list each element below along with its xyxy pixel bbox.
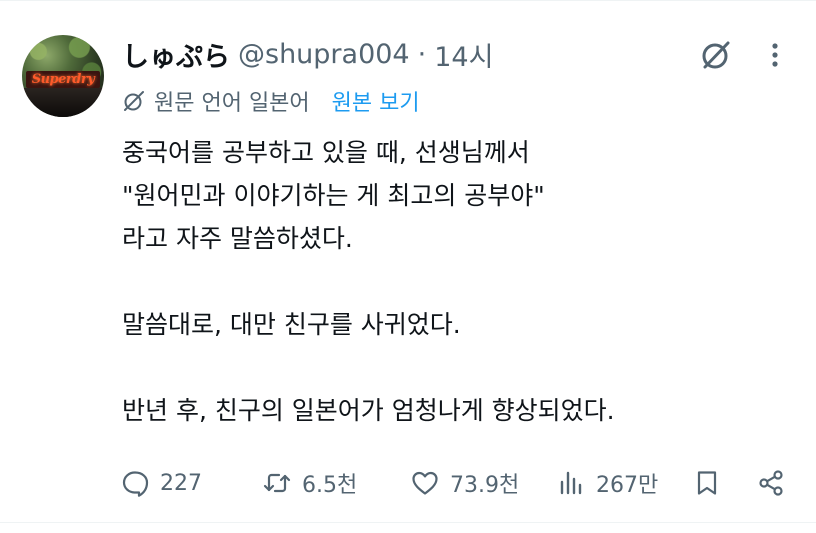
grok-icon[interactable] [698, 37, 734, 73]
reply-icon [122, 471, 149, 497]
user-handle[interactable]: @shupra004 [238, 39, 410, 70]
more-icon[interactable] [762, 37, 788, 73]
retweet-button[interactable]: 6.5천 [262, 463, 357, 503]
tweet-text-line: 라고 자주 말씀하셨다. [122, 224, 353, 253]
display-name[interactable]: しゅぷら [122, 35, 230, 74]
reply-count: 227 [160, 470, 202, 496]
views-button[interactable]: 267만 [556, 463, 658, 503]
views-count: 267만 [596, 473, 659, 498]
tweet-text-line: 중국어를 공부하고 있을 때, 선생님께서 [122, 138, 530, 167]
retweet-count: 6.5천 [302, 473, 358, 498]
action-bar: 227 6.5천 73.9천 267만 [120, 463, 800, 503]
bookmark-icon [697, 471, 717, 495]
timestamp[interactable]: 14시 [434, 35, 493, 74]
like-count: 73.9천 [450, 473, 520, 498]
tweet-card[interactable]: Superdry しゅぷら @shupra004 · 14시 원문 언어 일본어… [0, 0, 816, 533]
heart-icon [412, 471, 438, 495]
avatar-logo-sign: Superdry [26, 71, 100, 88]
views-chart-icon [560, 471, 582, 495]
translation-notice: 원문 언어 일본어 원본 보기 [122, 83, 420, 119]
header-separator: · [417, 38, 427, 70]
retweet-icon [263, 473, 291, 493]
translate-icon [124, 91, 144, 111]
tweet-text-line: "원어민과 이야기하는 게 최고의 공부야" [122, 181, 545, 210]
tweet-text: 중국어를 공부하고 있을 때, 선생님께서 "원어민과 이야기하는 게 최고의 … [122, 131, 782, 432]
like-button[interactable]: 73.9천 [410, 463, 519, 503]
avatar[interactable]: Superdry [22, 35, 104, 117]
reply-button[interactable]: 227 [120, 463, 202, 503]
avatar-storefront [22, 88, 104, 117]
tweet-text-line: 반년 후, 친구의 일본어가 엄청나게 향상되었다. [122, 396, 615, 425]
tweet-text-line: 말씀대로, 대만 친구를 사귀었다. [122, 310, 461, 339]
view-original-link[interactable]: 원본 보기 [332, 85, 420, 117]
bookmark-button[interactable] [692, 463, 722, 503]
translation-language-label: 원문 언어 일본어 [154, 91, 310, 116]
share-button[interactable] [756, 463, 786, 503]
tweet-header: しゅぷら @shupra004 · 14시 [122, 34, 493, 74]
bottom-divider [0, 522, 816, 523]
share-icon [759, 470, 783, 496]
